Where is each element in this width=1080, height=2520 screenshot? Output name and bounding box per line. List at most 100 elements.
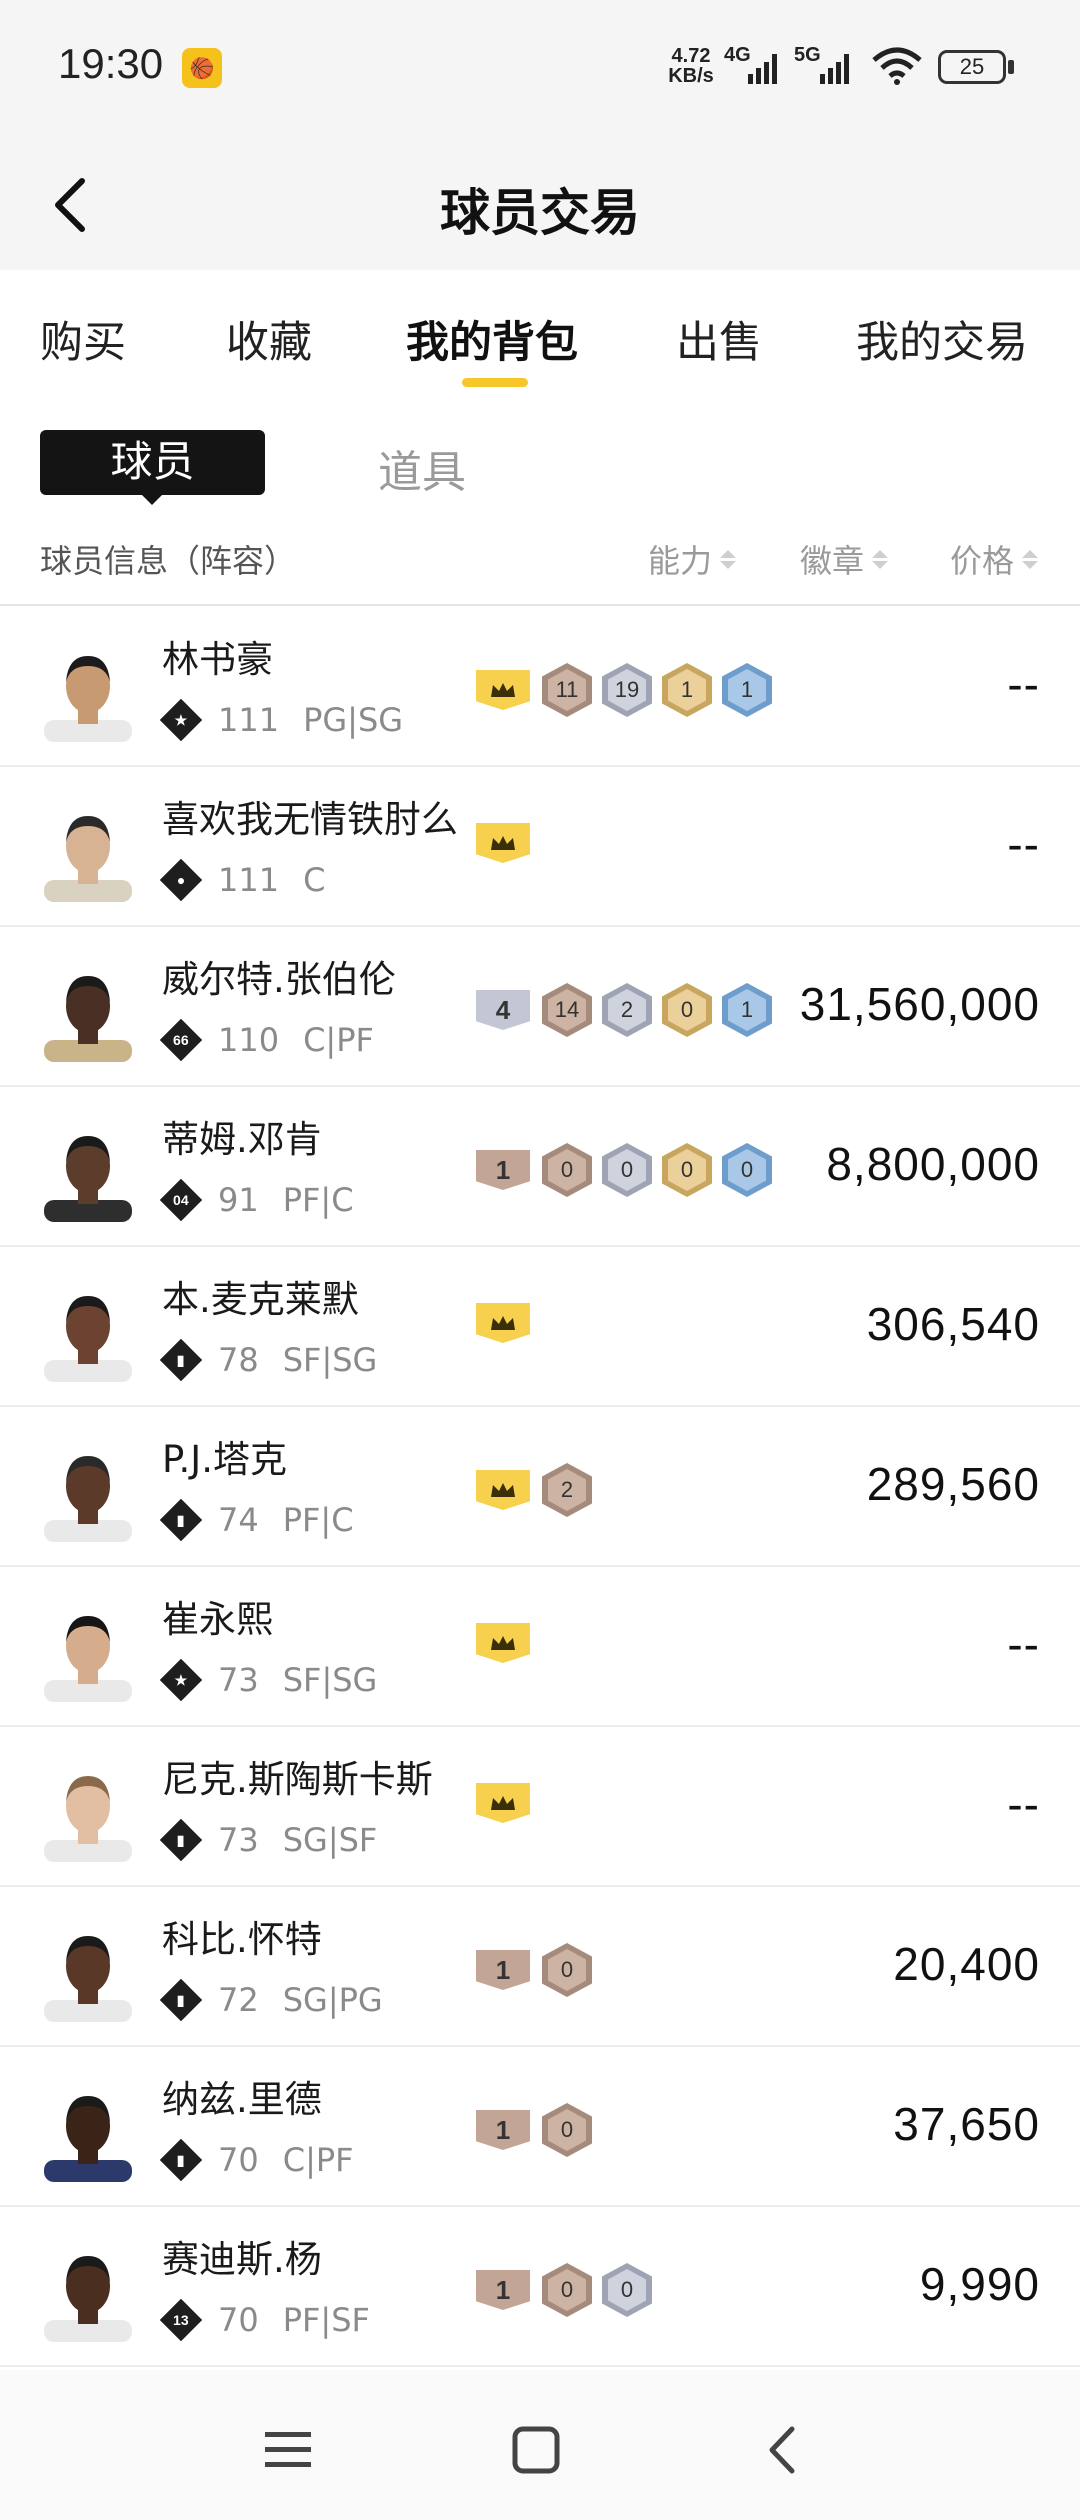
badge-hex-bronze: 0 xyxy=(542,1943,592,1997)
player-avatar xyxy=(40,1122,136,1222)
tab-sell[interactable]: 出售 xyxy=(676,308,762,370)
sort-ability[interactable]: 能力 xyxy=(648,536,737,582)
player-avatar xyxy=(40,962,136,1062)
player-badges xyxy=(476,1783,542,1823)
player-row[interactable]: 纳兹.里德 ▮ 70 C|PF 1 0 37,650 xyxy=(0,2047,1080,2207)
system-nav-bar xyxy=(0,2370,1080,2520)
player-meta: 04 91 PF|C xyxy=(159,1178,354,1222)
rarity-diamond-icon: 13 xyxy=(159,2298,203,2342)
player-row[interactable]: 科比.怀特 ▮ 72 SG|PG 1 0 20,400 xyxy=(0,1887,1080,2047)
player-badges: 10 xyxy=(476,1943,602,1997)
player-row[interactable]: 尼克.斯陶斯卡斯 ▮ 73 SG|SF -- xyxy=(0,1727,1080,1887)
page-title: 球员交易 xyxy=(440,184,640,242)
player-name: P.J.塔克 xyxy=(162,1438,287,1481)
active-tab-indicator xyxy=(462,378,528,387)
tab-my-trades[interactable]: 我的交易 xyxy=(856,308,1028,370)
badge-count: 2 xyxy=(548,1469,586,1511)
sort-badge[interactable]: 徽章 xyxy=(800,536,889,582)
badge-count: 11 xyxy=(548,669,586,711)
tier-shield: 1 xyxy=(476,1950,530,1990)
player-avatar xyxy=(40,642,136,742)
rarity-icon-text: ▮ xyxy=(177,2151,185,2168)
rarity-icon-text: ▮ xyxy=(177,1351,185,1368)
badge-hex-bronze: 0 xyxy=(542,2263,592,2317)
player-price: 9,990 xyxy=(919,2258,1040,2310)
tab-buy[interactable]: 购买 xyxy=(40,308,126,370)
player-positions: PF|SF xyxy=(282,2301,370,2339)
badge-count: 0 xyxy=(548,1949,586,1991)
player-name: 赛迪斯.杨 xyxy=(162,2238,322,2281)
player-meta: ▮ 72 SG|PG xyxy=(159,1978,383,2022)
badge-hex-bronze: 0 xyxy=(542,1143,592,1197)
column-header: 球员信息（阵容） 能力 徽章 价格 xyxy=(0,510,1080,606)
player-row[interactable]: 崔永熙 ★ 73 SF|SG -- xyxy=(0,1567,1080,1727)
tab-favorites[interactable]: 收藏 xyxy=(226,308,312,370)
player-row[interactable]: 喜欢我无情铁肘么 ● 111 C -- xyxy=(0,767,1080,927)
player-avatar xyxy=(40,2242,136,2342)
badge-count: 1 xyxy=(728,989,766,1031)
rarity-diamond-icon: ▮ xyxy=(159,2138,203,2182)
sort-arrows-icon xyxy=(720,549,737,569)
badge-count: 0 xyxy=(548,1149,586,1191)
player-badges: 4 14 2 0 1 xyxy=(476,983,782,1037)
app-notification-icon: 🏀 xyxy=(182,48,222,88)
player-price: 37,650 xyxy=(893,2098,1040,2150)
rarity-diamond-icon: 66 xyxy=(159,1018,203,1062)
rarity-diamond-icon: ▮ xyxy=(159,1978,203,2022)
battery-tip xyxy=(1008,60,1014,74)
badge-hex-gold: 0 xyxy=(662,1143,712,1197)
player-list: 林书豪 ★ 111 PG|SG 11 19 1 1 -- 喜欢我无情铁肘么 ● 111 C -- 威尔特.张… xyxy=(0,607,1080,2367)
player-positions: PG|SG xyxy=(303,701,404,739)
status-bar: 19:30 🏀 4.72 KB/s 4G 5G 25 xyxy=(0,0,1080,135)
player-price: -- xyxy=(1007,1778,1040,1830)
badge-hex-silver: 0 xyxy=(602,2263,652,2317)
player-name: 威尔特.张伯伦 xyxy=(162,958,396,1001)
player-name: 本.麦克莱默 xyxy=(162,1278,359,1321)
tab-my-backpack[interactable]: 我的背包 xyxy=(406,308,578,370)
player-badges: 100 xyxy=(476,2263,662,2317)
sort-price-label: 价格 xyxy=(950,542,1015,580)
player-avatar xyxy=(40,1922,136,2022)
player-row[interactable]: 蒂姆.邓肯 04 91 PF|C 1 0 0 0 0 8,800,000 xyxy=(0,1087,1080,1247)
signal-icon-2 xyxy=(820,54,849,84)
rarity-diamond-icon: ● xyxy=(159,858,203,902)
tier-shield: 1 xyxy=(476,2110,530,2150)
subtab-item[interactable]: 道具 xyxy=(378,436,466,500)
player-row[interactable]: P.J.塔克 ▮ 74 PF|C 2 289,560 xyxy=(0,1407,1080,1567)
badge-hex-blue: 0 xyxy=(722,1143,772,1197)
player-row[interactable]: 本.麦克莱默 ▮ 78 SF|SG 306,540 xyxy=(0,1247,1080,1407)
rarity-icon-text: ★ xyxy=(174,711,188,728)
back-icon[interactable] xyxy=(752,2420,812,2480)
player-row[interactable]: 赛迪斯.杨 13 70 PF|SF 1 0 0 9,990 xyxy=(0,2207,1080,2367)
player-meta: ● 111 C xyxy=(159,858,326,902)
player-avatar xyxy=(40,1602,136,1702)
rarity-icon-text: ● xyxy=(176,872,186,888)
subtab-player[interactable]: 球员 xyxy=(40,430,265,495)
badge-hex-silver: 19 xyxy=(602,663,652,717)
player-price: 289,560 xyxy=(866,1458,1040,1510)
rarity-diamond-icon: ▮ xyxy=(159,1818,203,1862)
rarity-diamond-icon: ▮ xyxy=(159,1338,203,1382)
player-badges: 10000 xyxy=(476,1143,782,1197)
player-positions: C|PF xyxy=(282,2141,354,2179)
player-positions: C|PF xyxy=(303,1021,374,1059)
badge-hex-blue: 1 xyxy=(722,663,772,717)
home-square-icon[interactable] xyxy=(506,2420,566,2480)
player-name: 林书豪 xyxy=(162,638,273,681)
player-row[interactable]: 林书豪 ★ 111 PG|SG 11 19 1 1 -- xyxy=(0,607,1080,767)
header: 球员交易 xyxy=(0,135,1080,270)
rarity-icon-text: ▮ xyxy=(177,1511,185,1528)
player-positions: SG|SF xyxy=(282,1821,378,1859)
menu-icon[interactable] xyxy=(258,2420,318,2480)
sort-price[interactable]: 价格 xyxy=(950,536,1039,582)
badge-hex-bronze: 14 xyxy=(542,983,592,1037)
net-speed: 4.72 KB/s xyxy=(662,46,720,86)
player-rating: 111 xyxy=(218,701,280,739)
player-row[interactable]: 威尔特.张伯伦 66 110 C|PF 4 14 2 0 1 31,560,000 xyxy=(0,927,1080,1087)
badge-hex-silver: 0 xyxy=(602,1143,652,1197)
player-positions: C xyxy=(303,861,326,899)
player-rating: 73 xyxy=(218,1821,259,1859)
player-badges xyxy=(476,1303,542,1343)
player-rating: 91 xyxy=(218,1181,259,1219)
player-avatar xyxy=(40,1762,136,1862)
